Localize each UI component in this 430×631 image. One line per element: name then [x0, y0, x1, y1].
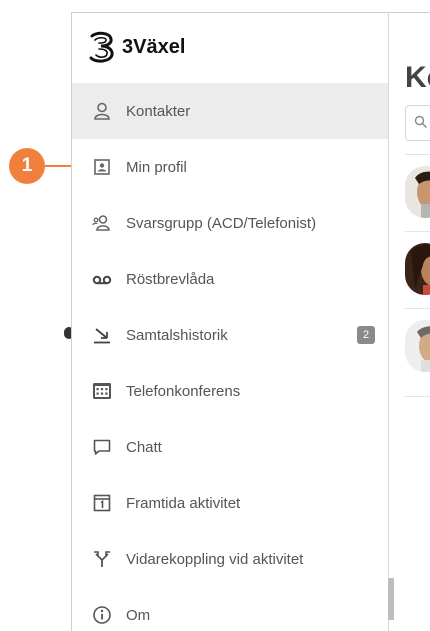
search-icon [414, 115, 427, 128]
app-window: 3Växel Kontakter Min profil Svarsgrupp (… [71, 12, 430, 631]
sidebar-item-conference[interactable]: Telefonkonferens [72, 363, 388, 419]
avatar[interactable] [405, 243, 430, 295]
sidebar-item-contacts[interactable]: Kontakter [72, 83, 388, 139]
callout-marker: 1 [9, 148, 45, 184]
main-panel: Kontakter [389, 13, 430, 631]
sidebar-item-label: Om [126, 606, 151, 624]
avatar[interactable] [405, 166, 430, 218]
sidebar-item-call-history[interactable]: Samtalshistorik 2 [72, 307, 388, 363]
sidebar-item-label: Svarsgrupp (ACD/Telefonist) [126, 214, 317, 232]
conference-icon [92, 381, 112, 401]
row-divider [405, 231, 430, 232]
sidebar-item-label: Samtalshistorik [126, 326, 228, 344]
sidebar-item-future-activity[interactable]: Framtida aktivitet [72, 475, 388, 531]
sidebar-item-label: Min profil [126, 158, 187, 176]
sidebar-item-label: Kontakter [126, 102, 191, 120]
callout-number: 1 [21, 155, 33, 176]
sidebar-item-voicemail[interactable]: Röstbrevlåda [72, 251, 388, 307]
sidebar-nav: Kontakter Min profil Svarsgrupp (ACD/Tel… [72, 83, 388, 631]
info-icon [92, 605, 112, 625]
sidebar-item-answer-group[interactable]: Svarsgrupp (ACD/Telefonist) [72, 195, 388, 251]
forward-icon [92, 549, 112, 569]
page-title: Kontakter [405, 61, 430, 94]
sidebar-item-label: Vidarekoppling vid aktivitet [126, 550, 304, 568]
sidebar: 3Växel Kontakter Min profil Svarsgrupp (… [72, 13, 389, 631]
avatar[interactable] [405, 320, 430, 372]
row-divider [405, 396, 430, 397]
call-history-icon [92, 325, 112, 345]
sidebar-item-label: Chatt [126, 438, 162, 456]
sidebar-item-chat[interactable]: Chatt [72, 419, 388, 475]
brand-name: 3Växel [122, 35, 186, 58]
search-input[interactable] [405, 105, 430, 141]
divider [405, 154, 430, 155]
sidebar-item-profile[interactable]: Min profil [72, 139, 388, 195]
row-divider [405, 308, 430, 309]
sidebar-item-label: Röstbrevlåda [126, 270, 215, 288]
contacts-icon [92, 101, 112, 121]
scrollbar-thumb[interactable] [388, 578, 394, 620]
sidebar-item-about[interactable]: Om [72, 587, 388, 631]
three-logo-icon [89, 31, 114, 63]
unread-badge: 2 [357, 326, 375, 344]
voicemail-icon [92, 269, 112, 289]
group-icon [92, 213, 112, 233]
sidebar-item-label: Framtida aktivitet [126, 494, 241, 512]
profile-card-icon [92, 157, 112, 177]
chat-icon [92, 437, 112, 457]
sidebar-item-label: Telefonkonferens [126, 382, 241, 400]
logo: 3Växel [86, 29, 185, 65]
calendar-icon [92, 493, 112, 513]
sidebar-item-call-forwarding[interactable]: Vidarekoppling vid aktivitet [72, 531, 388, 587]
